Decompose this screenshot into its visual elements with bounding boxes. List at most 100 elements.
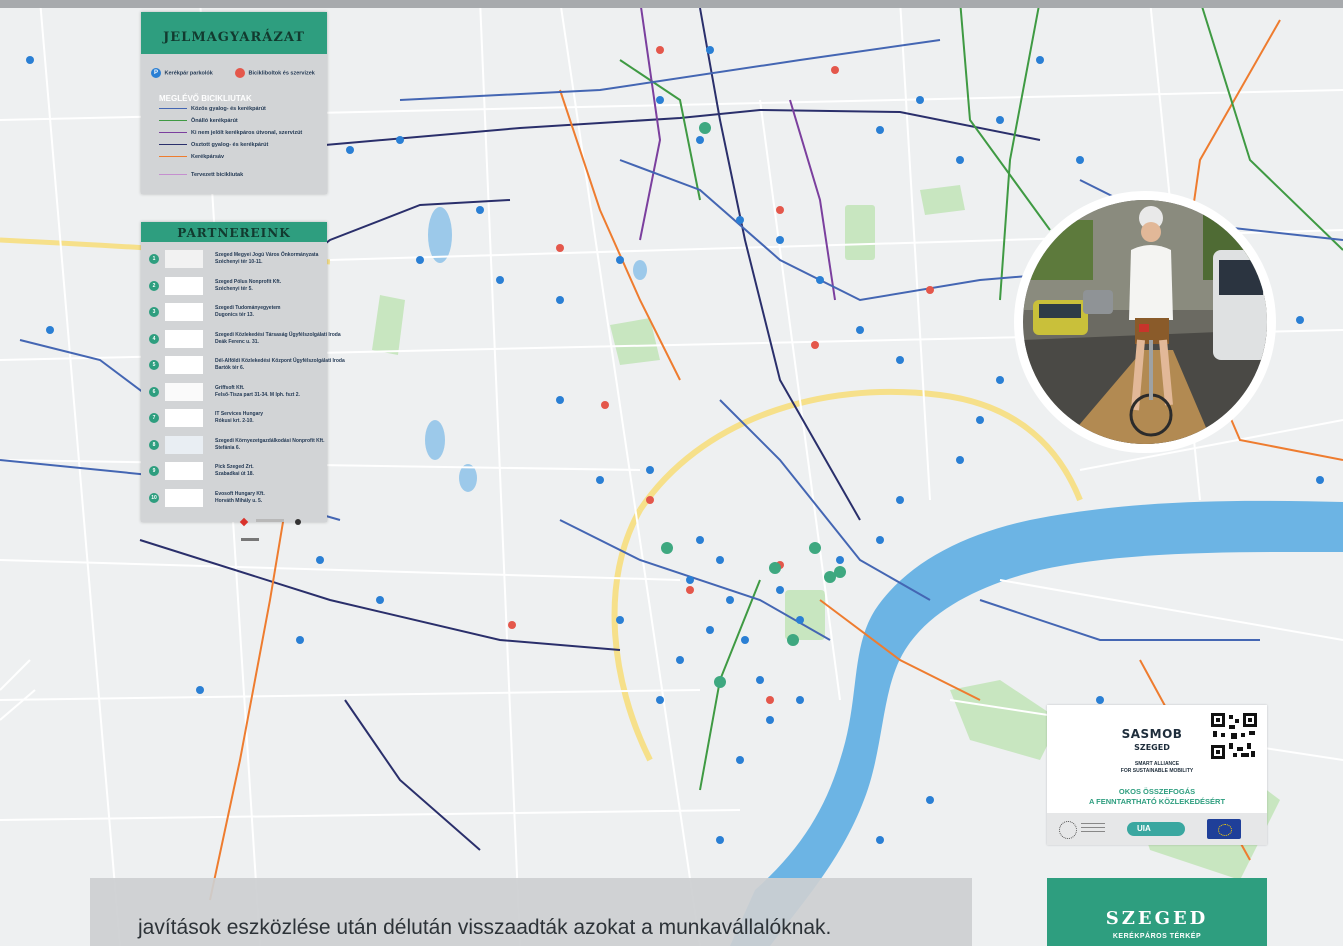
funder-logos: UIA: [1047, 813, 1267, 845]
map-subtitle: KERÉKPÁROS TÉRKÉP: [1112, 933, 1202, 940]
partner-address: Dugonics tér 13.: [215, 312, 254, 318]
partner-number: 5: [149, 360, 159, 370]
cyclist-photo: [1014, 191, 1276, 453]
partner-name: Szeged Megyei Jogú Város Önkormányzata: [215, 252, 319, 258]
partner-row: 6 Griffsoft Kft. Felső-Tisza part 31-34. M…: [149, 381, 325, 405]
partner-logo-icon: [165, 488, 203, 507]
map-title-box: SZEGED KERÉKPÁROS TÉRKÉP: [1047, 878, 1267, 946]
partner-name: Szeged Pólus Nonprofit Kft.: [215, 278, 282, 285]
partner-address: Rókusi krt. 2-10.: [215, 418, 254, 424]
legend-item-4: Kerékpársáv: [159, 154, 224, 160]
partner-row: 10 Evosoft Hungary Kft. Horváth Mihály u. …: [149, 487, 325, 511]
qr-code-icon[interactable]: [1211, 713, 1257, 759]
partner-logo-icon: [165, 382, 203, 401]
partner-text: IT Services Hungary Rókusi krt. 2-10.: [215, 411, 263, 425]
partner-row: 1 Szeged Megyei Jogú Város Önkormányzata S…: [149, 248, 325, 272]
route-line-icon: [159, 143, 187, 146]
partner-name: Evosoft Hungary Kft.: [215, 490, 265, 497]
partner-logo-icon: [165, 276, 203, 295]
partner-number: 10: [149, 492, 159, 503]
partner-logo-icon: [165, 409, 203, 427]
partner-row: 8 Szegedi Környezetgazdálkodási Nonprofit…: [149, 434, 325, 458]
partner-logo-icon: [165, 356, 203, 374]
partner-text: Dél-Alföldi Közlekedési Központ Ügyfélsz…: [215, 358, 345, 372]
partner-address: Széchenyi tér 10-11.: [215, 259, 263, 265]
partner-number: 1: [149, 254, 159, 264]
partner-logo-icon: [165, 462, 203, 480]
partner-text: Griffsoft Kft. Felső-Tisza part 31-34. M …: [215, 385, 300, 399]
partner-number: 4: [149, 333, 159, 344]
partner-logo-icon: [165, 435, 203, 454]
partner-address: Széchenyi tér 5.: [215, 285, 253, 292]
sasmob-box: SASMOB SZEGED SMART ALLIANCE FOR SUSTAIN…: [1047, 705, 1267, 845]
caption-box: javítások eszközlése után délután vissza…: [90, 878, 972, 946]
partners-panel: PARTNEREINK 1 Szeged Megyei Jogú Város Ön…: [141, 222, 345, 541]
route-line-icon: [159, 173, 187, 176]
partner-number: 9: [149, 466, 159, 476]
partner-text: Pick Szeged Zrt. Szabadkai út 18.: [215, 464, 254, 478]
partner-logo-icon: [165, 329, 203, 348]
map-title: SZEGED: [1105, 908, 1209, 929]
legend-title: JELMAGYARÁZAT: [141, 12, 327, 54]
partner-text: Szegedi Tudományegyetem Dugonics tér 13.: [215, 305, 280, 319]
partner-name: Szegedi Környezetgazdálkodási Nonprofit …: [215, 437, 325, 444]
uia-logo: UIA: [1127, 822, 1185, 836]
sasmob-slogan2: A FENNTARTHATÓ KÖZLEKEDÉSÉRT: [1088, 797, 1226, 806]
partner-address: Felső-Tisza part 31-34. M lph. fszt 2.: [215, 391, 300, 398]
partner-address: Bartók tér 6.: [215, 365, 245, 371]
sasmob-city: SZEGED: [1134, 743, 1170, 752]
legend-item-0: Közös gyalog- és kerékpárút: [159, 106, 266, 112]
partner-name: Szegedi Tudományegyetem: [215, 305, 281, 311]
partner-number: 2: [149, 280, 159, 291]
top-bar: [0, 0, 1343, 8]
route-line-icon: [159, 131, 187, 134]
partners-title: PARTNEREINK: [141, 222, 327, 242]
eu-stars-icon: [1218, 824, 1232, 836]
city-logo-icon: [1059, 821, 1077, 839]
partner-row: 7 IT Services Hungary Rókusi krt. 2-10.: [149, 407, 325, 431]
logo-icon: [241, 538, 259, 541]
partner-number: 7: [149, 413, 159, 423]
bike-shop-icon: [235, 68, 245, 78]
sasmob-tagline2: FOR SUSTAINABLE MOBILITY: [1120, 768, 1194, 774]
sasmob-brand: SASMOB SZEGED: [1107, 727, 1197, 752]
partner-name: Dél-Alföldi Közlekedési Központ Ügyfélsz…: [215, 358, 345, 364]
legend-item-2: Ki nem jelölt kerékpáros útvonal, szervi…: [159, 130, 302, 136]
sponsor-logos: [239, 510, 321, 541]
logo-icon: [256, 519, 285, 522]
partner-logo-icon: [165, 303, 203, 321]
partner-address: Stefánia 6.: [215, 444, 241, 451]
legend-item-3: Osztott gyalog- és kerékpárút: [159, 142, 268, 148]
partner-logo-icon: [165, 250, 203, 268]
route-line-icon: [159, 107, 187, 110]
partner-number: 8: [149, 439, 159, 450]
partner-address: Deák Ferenc u. 31.: [215, 338, 259, 345]
partner-row: 2 Szeged Pólus Nonprofit Kft. Széchenyi té…: [149, 275, 325, 299]
caption-text: javítások eszközlése után délután vissza…: [138, 916, 832, 939]
partner-row: 4 Szegedi Közlekedési Társaság Ügyfélszol…: [149, 328, 341, 352]
route-line-icon: [159, 119, 187, 122]
sasmob-name: SASMOB: [1121, 727, 1183, 741]
sasmob-slogan1: OKOS ÖSSZEFOGÁS: [1118, 787, 1196, 796]
legend-planned: Tervezett bicikliutak: [159, 172, 243, 178]
partner-name: IT Services Hungary: [215, 411, 264, 417]
city-logo-text-icon: [1081, 823, 1105, 835]
legend-shops: Bicikliboltok és szervizek: [235, 68, 315, 78]
partner-name: Szegedi Közlekedési Társaság Ügyfélszolg…: [215, 331, 341, 338]
route-line-icon: [159, 155, 187, 158]
partner-row: 5 Dél-Alföldi Közlekedési Központ Ügyféls…: [149, 354, 345, 378]
legend-panel: JELMAGYARÁZAT P Kerékpár parkolók Bicikl…: [141, 12, 327, 194]
partner-text: Szegedi Közlekedési Társaság Ügyfélszolg…: [215, 332, 341, 346]
partner-name: Pick Szeged Zrt.: [215, 464, 254, 470]
sasmob-tagline1: SMART ALLIANCE: [1134, 761, 1180, 767]
partner-row: 3 Szegedi Tudományegyetem Dugonics tér 13.: [149, 301, 325, 325]
legend-item-1: Önálló kerékpárút: [159, 118, 238, 124]
partner-address: Horváth Mihály u. 5.: [215, 497, 263, 504]
parking-icon: P: [151, 68, 161, 78]
legend-parking: P Kerékpár parkolók: [151, 68, 213, 78]
legend-existing-title: MEGLÉVŐ BICIKLIUTAK: [159, 94, 252, 103]
partner-number: 3: [149, 307, 159, 317]
partner-text: Szeged Pólus Nonprofit Kft. Széchenyi tér…: [215, 279, 281, 293]
partner-text: Szegedi Környezetgazdálkodási Nonprofit …: [215, 438, 324, 452]
partner-row: 9 Pick Szeged Zrt. Szabadkai út 18.: [149, 460, 325, 484]
